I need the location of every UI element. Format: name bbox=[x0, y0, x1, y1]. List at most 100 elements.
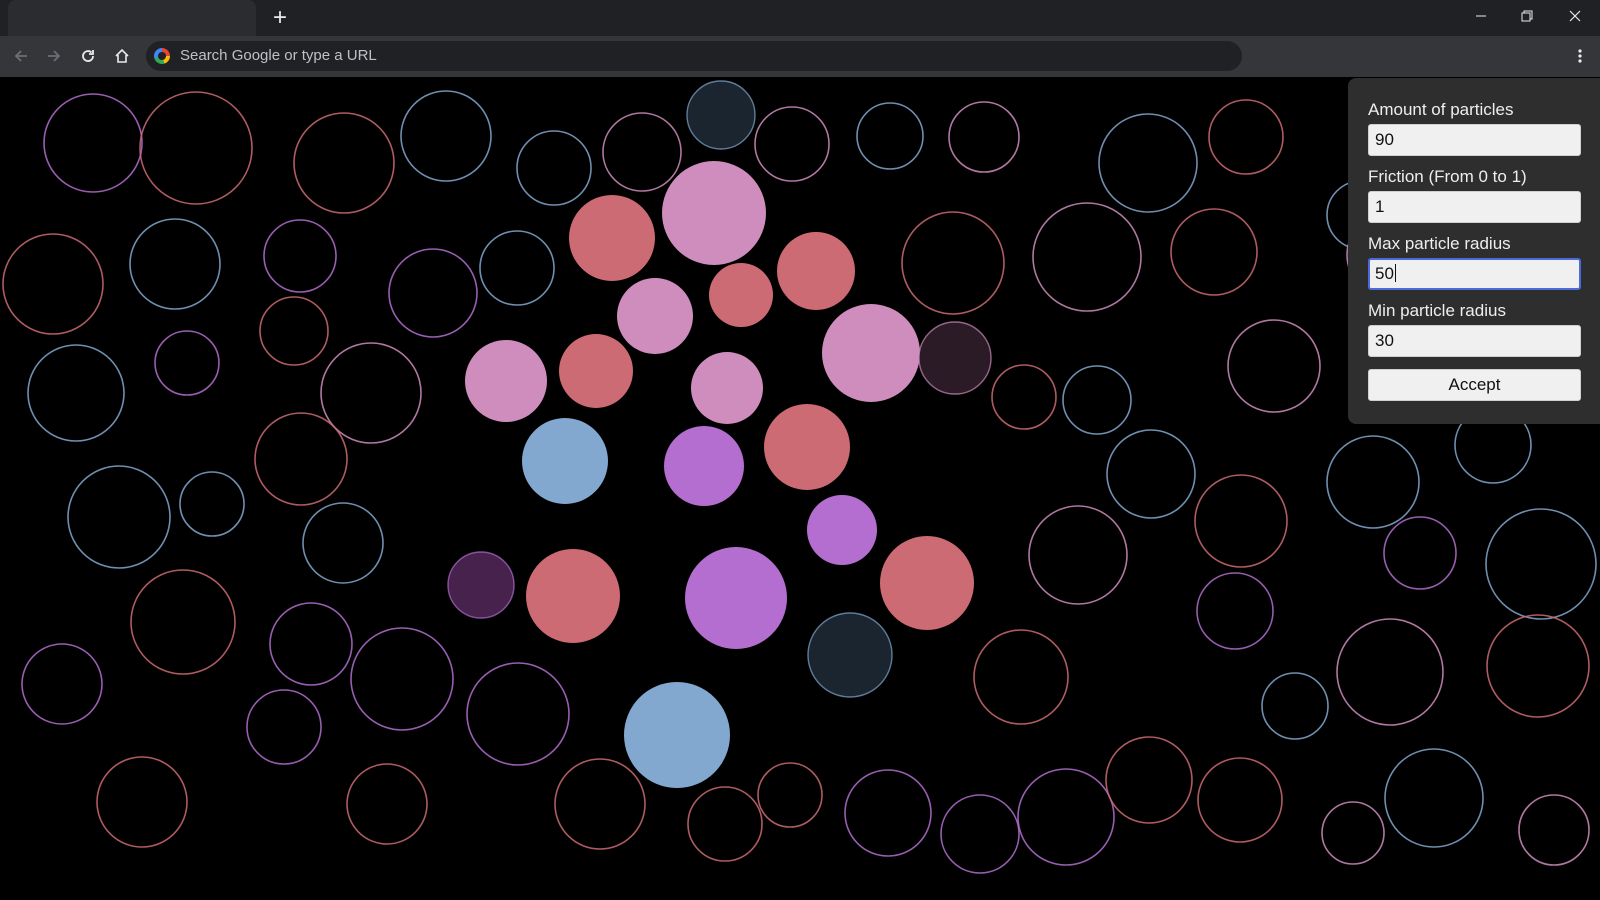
address-bar-placeholder: Search Google or type a URL bbox=[180, 47, 377, 64]
forward-button[interactable] bbox=[39, 41, 69, 71]
particle-filled-19 bbox=[807, 612, 893, 698]
particle-outline-60 bbox=[940, 794, 1020, 874]
text-caret bbox=[1394, 264, 1396, 282]
particle-outline-28 bbox=[991, 364, 1057, 430]
particle-outline-54 bbox=[96, 756, 188, 848]
particle-outline-58 bbox=[757, 762, 823, 828]
particle-filled-4 bbox=[777, 232, 855, 310]
particle-outline-62 bbox=[1105, 736, 1193, 824]
reload-button[interactable] bbox=[73, 41, 103, 71]
particle-outline-10 bbox=[1208, 99, 1284, 175]
particle-filled-14 bbox=[807, 495, 877, 565]
forward-arrow-icon bbox=[48, 50, 61, 62]
amount-label: Amount of particles bbox=[1368, 100, 1514, 119]
particle-outline-5 bbox=[602, 112, 682, 192]
particle-outline-19 bbox=[901, 211, 1005, 315]
friction-label: Friction (From 0 to 1) bbox=[1368, 167, 1527, 186]
particle-filled-3 bbox=[709, 263, 773, 327]
particle-filled-16 bbox=[447, 551, 515, 619]
particle-outline-30 bbox=[1227, 319, 1321, 413]
particle-outline-24 bbox=[27, 344, 125, 442]
particle-outline-50 bbox=[1196, 572, 1274, 650]
minimize-button[interactable] bbox=[1458, 0, 1504, 32]
particle-outline-2 bbox=[293, 112, 395, 214]
particle-outline-61 bbox=[1017, 768, 1115, 866]
particle-outline-42 bbox=[1383, 516, 1457, 590]
particle-outline-63 bbox=[1197, 757, 1283, 843]
particle-outline-3 bbox=[400, 90, 492, 182]
max-radius-label: Max particle radius bbox=[1368, 234, 1511, 253]
accept-button[interactable]: Accept bbox=[1368, 369, 1581, 401]
reload-icon bbox=[82, 50, 94, 62]
particle-outline-41 bbox=[1485, 508, 1597, 620]
settings-panel: Amount of particles 90 Friction (From 0 … bbox=[1348, 78, 1600, 424]
particle-outline-39 bbox=[1194, 474, 1288, 568]
browser-toolbar: Search Google or type a URL bbox=[0, 36, 1600, 77]
restore-icon bbox=[1521, 10, 1533, 22]
particle-outline-40 bbox=[1028, 505, 1128, 605]
back-button[interactable] bbox=[6, 41, 36, 71]
particle-filled-10 bbox=[691, 352, 763, 424]
particle-filled-6 bbox=[822, 304, 920, 402]
particle-outline-6 bbox=[754, 106, 830, 182]
max-radius-value: 50 bbox=[1375, 264, 1394, 283]
browser-titlebar: + bbox=[0, 0, 1600, 36]
particle-filled-11 bbox=[764, 404, 850, 490]
amount-input[interactable]: 90 bbox=[1368, 124, 1581, 156]
particle-outline-57 bbox=[687, 786, 763, 862]
particle-outline-33 bbox=[67, 465, 171, 569]
min-radius-label: Min particle radius bbox=[1368, 301, 1506, 320]
particle-outline-55 bbox=[346, 763, 428, 845]
particle-filled-18 bbox=[685, 547, 787, 649]
kebab-menu-icon bbox=[1578, 49, 1582, 63]
google-icon bbox=[154, 48, 170, 64]
particle-outline-21 bbox=[1170, 208, 1258, 296]
particle-outline-4 bbox=[516, 130, 592, 206]
particle-outline-48 bbox=[466, 662, 570, 766]
browser-menu-button[interactable] bbox=[1568, 41, 1592, 71]
close-icon bbox=[1569, 10, 1581, 22]
particle-outline-43 bbox=[130, 569, 236, 675]
particle-outline-0 bbox=[43, 93, 143, 193]
particle-outline-53 bbox=[1261, 672, 1329, 740]
particle-outline-15 bbox=[129, 218, 221, 310]
particle-outline-9 bbox=[1098, 113, 1198, 213]
particle-outline-51 bbox=[1336, 618, 1444, 726]
browser-tab[interactable] bbox=[8, 0, 256, 36]
particle-outline-47 bbox=[246, 689, 322, 765]
particle-filled-1 bbox=[662, 161, 766, 265]
particle-outline-64 bbox=[1384, 748, 1484, 848]
particle-outline-8 bbox=[948, 101, 1020, 173]
particle-outline-46 bbox=[21, 643, 103, 725]
particle-filled-2 bbox=[569, 195, 655, 281]
particle-filled-7 bbox=[918, 321, 992, 395]
particle-outline-65 bbox=[1321, 801, 1385, 865]
particle-outline-34 bbox=[179, 471, 245, 537]
particle-outline-59 bbox=[844, 769, 932, 857]
particle-outline-20 bbox=[1032, 202, 1142, 312]
particle-filled-0 bbox=[686, 80, 756, 150]
particle-outline-16 bbox=[263, 219, 337, 293]
particle-outline-36 bbox=[302, 502, 384, 584]
min-radius-input[interactable]: 30 bbox=[1368, 325, 1581, 357]
max-radius-input[interactable]: 50 bbox=[1368, 258, 1581, 290]
particle-outline-44 bbox=[269, 602, 353, 686]
particle-filled-9 bbox=[559, 334, 633, 408]
particle-outline-52 bbox=[1486, 614, 1590, 718]
particle-outline-37 bbox=[1106, 429, 1196, 519]
particle-filled-20 bbox=[624, 682, 730, 788]
new-tab-button[interactable]: + bbox=[266, 4, 294, 32]
particle-outline-29 bbox=[1062, 365, 1132, 435]
home-button[interactable] bbox=[107, 41, 137, 71]
friction-input[interactable]: 1 bbox=[1368, 191, 1581, 223]
back-arrow-icon bbox=[14, 50, 27, 62]
particle-outline-26 bbox=[259, 296, 329, 366]
particle-outline-49 bbox=[973, 629, 1069, 725]
minimize-icon bbox=[1476, 15, 1486, 17]
address-bar[interactable]: Search Google or type a URL bbox=[146, 41, 1242, 71]
particle-filled-12 bbox=[522, 418, 608, 504]
close-window-button[interactable] bbox=[1552, 0, 1598, 32]
particle-outline-66 bbox=[1518, 794, 1590, 866]
restore-button[interactable] bbox=[1504, 0, 1550, 32]
particle-outline-14 bbox=[2, 233, 104, 335]
